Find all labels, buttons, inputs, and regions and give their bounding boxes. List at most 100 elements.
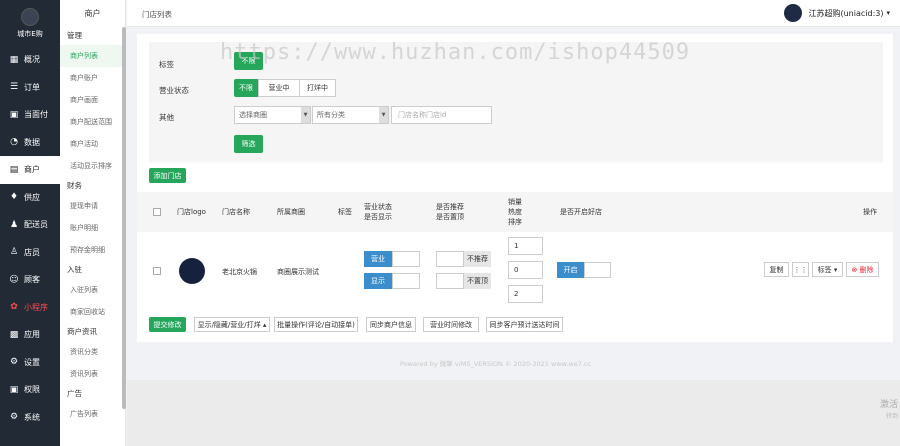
nav-item-11[interactable]: ⚙ 设置 — [0, 349, 60, 377]
nice-toggle-off[interactable] — [584, 262, 611, 278]
nav-item-2[interactable]: ▣ 当面付 — [0, 101, 60, 129]
heat-input[interactable]: 0 — [508, 261, 543, 279]
nav-item-8[interactable]: ☺ 顾客 — [0, 266, 60, 294]
nav-item-10[interactable]: ▩ 应用 — [0, 321, 60, 349]
nice-toggle-on[interactable]: 开启 — [557, 262, 584, 278]
filter-button[interactable]: 筛选 — [234, 135, 263, 153]
nav-item-9[interactable]: ✿ 小程序 — [0, 294, 60, 322]
bottom-action-button[interactable]: 批量操作(评论/自动接单) — [274, 317, 358, 332]
show-toggle-on[interactable]: 显示 — [364, 273, 392, 289]
nav-item-0[interactable]: ▦ 概况 — [0, 46, 60, 74]
select-all-checkbox[interactable] — [153, 208, 161, 216]
main-card: 标签 不限 营业状态 不限 营业中 打烊中 其他 选择商圈 ▼ 所有分类 ▼ 门… — [137, 34, 893, 342]
sub-nav-item[interactable]: 活动显示排序 — [60, 155, 125, 177]
status-toggle-on[interactable]: 营业 — [364, 251, 392, 267]
recommend-toggle-off[interactable]: 不推荐 — [464, 251, 491, 267]
nav-item-7[interactable]: ♙ 店员 — [0, 239, 60, 267]
store-district: 商圈展示测试 — [277, 268, 319, 276]
app-name: 城市E购 — [17, 29, 43, 38]
sub-nav-item[interactable]: 广告列表 — [60, 403, 125, 425]
nav-item-label: 设置 — [24, 357, 40, 367]
top-toggle-on[interactable] — [436, 273, 464, 289]
activate-text: 激活 — [879, 400, 898, 410]
list-icon: ☰ — [9, 82, 19, 93]
col-status: 营业状态 是否显示 — [364, 202, 392, 222]
sub-nav-item[interactable]: 账户明细 — [60, 217, 125, 239]
sub-nav-group-title: 管理 — [67, 31, 82, 40]
bottom-action-button[interactable]: 同步客户预计送达时间 — [486, 317, 563, 332]
nav-item-6[interactable]: ♟ 配送员 — [0, 211, 60, 239]
col-sort-line1: 销量 — [508, 198, 522, 206]
sales-input[interactable]: 1 — [508, 237, 543, 255]
apps-icon: ▩ — [9, 329, 19, 340]
nav-item-label: 供应 — [24, 192, 40, 202]
qrcode-icon[interactable]: ⋮⋮ — [792, 262, 809, 277]
status-closed-button[interactable]: 打烊中 — [299, 79, 336, 97]
sort-input[interactable]: 2 — [508, 285, 543, 303]
sub-nav-group-title: 广告 — [67, 389, 82, 398]
user-menu[interactable]: 江苏超购(uniacid:3) ▾ — [784, 4, 890, 22]
col-tag: 标签 — [338, 208, 352, 216]
store-icon: ▤ — [9, 164, 19, 175]
sub-nav-item[interactable]: 预存金明细 — [60, 239, 125, 261]
primary-sidebar: 城市E购 ▦ 概况 ☰ 订单 ▣ 当面付 ◔ 数据 ▤ 商户 ♦ 供应 ♟ 配送员 ♙ 店员 ☺ 顾客 ✿ 小程序 ▩ 应… — [0, 0, 60, 446]
col-name: 门店名称 — [222, 208, 250, 216]
sub-nav-group-title: 财务 — [67, 181, 82, 190]
chart-icon: ◔ — [10, 137, 18, 148]
sub-nav-group-title: 商户资讯 — [67, 327, 97, 336]
delete-button[interactable]: ⊗ 删除 — [846, 262, 879, 277]
nav-item-label: 店员 — [24, 247, 40, 257]
nav-item-3[interactable]: ◔ 数据 — [0, 129, 60, 157]
status-any-button[interactable]: 不限 — [234, 79, 258, 97]
district-select[interactable]: 选择商圈 ▼ — [234, 106, 311, 124]
category-select-value: 所有分类 — [317, 111, 345, 119]
status-toggle-off[interactable] — [392, 251, 420, 267]
category-select[interactable]: 所有分类 ▼ — [312, 106, 389, 124]
logo-area: 城市E购 — [0, 0, 60, 46]
bottom-action-button[interactable]: 同步商户信息 — [366, 317, 416, 332]
row-checkbox[interactable] — [153, 267, 161, 275]
sub-nav-item[interactable]: 资讯列表 — [60, 363, 125, 385]
sub-nav-item[interactable]: 提现申请 — [60, 195, 125, 217]
bottom-action-button[interactable]: 营业时间修改 — [423, 317, 479, 332]
show-toggle-off[interactable] — [392, 273, 420, 289]
page-title: 门店列表 — [142, 10, 172, 19]
sub-nav-item[interactable]: 入驻列表 — [60, 279, 125, 301]
nav-item-4[interactable]: ▤ 商户 — [0, 156, 60, 184]
sub-nav-item[interactable]: 资讯分类 — [60, 341, 125, 363]
copy-button[interactable]: 复制 — [764, 262, 789, 277]
nav-item-1[interactable]: ☰ 订单 — [0, 74, 60, 102]
nav-item-5[interactable]: ♦ 供应 — [0, 184, 60, 212]
bottom-action-button[interactable]: 显示/隐藏/营业/打烊 ▴ — [194, 317, 270, 332]
nav-item-12[interactable]: ▣ 权限 — [0, 376, 60, 404]
sub-nav-item[interactable]: 商家回收站 — [60, 301, 125, 323]
secondary-sidebar: 商户 管理 商户列表 商户账户 商户画面 商户配送范围 商户活动 活动显示排序 财务 提现申请账… — [60, 0, 126, 446]
sidebar-scrollbar[interactable] — [122, 27, 126, 409]
store-name: 老北京火锅 — [222, 268, 257, 276]
col-logo: 门店logo — [177, 208, 206, 216]
col-district: 所属商圈 — [277, 208, 305, 216]
status-open-button[interactable]: 营业中 — [258, 79, 300, 97]
lock-icon: ▣ — [9, 384, 19, 395]
top-toggle-off[interactable]: 不置顶 — [464, 273, 491, 289]
search-input[interactable]: 门店名称门店id — [391, 106, 492, 124]
nav-item-label: 系统 — [24, 412, 40, 422]
person-icon: ♙ — [9, 247, 19, 258]
table-header: 门店logo 门店名称 所属商圈 标签 营业状态 是否显示 是否推荐 是否置顶 … — [137, 192, 893, 232]
sub-nav-item[interactable]: 商户画面 — [60, 89, 125, 111]
recommend-toggle-on[interactable] — [436, 251, 464, 267]
sub-nav-item[interactable]: 商户配送范围 — [60, 111, 125, 133]
gear-icon: ⚙ — [9, 357, 19, 368]
sub-nav-item[interactable]: 商户列表 — [60, 45, 125, 67]
status-label: 营业状态 — [159, 86, 189, 95]
other-label: 其他 — [159, 113, 174, 122]
nav-item-label: 配送员 — [24, 220, 48, 230]
tag-dropdown-button[interactable]: 标签 ▾ — [812, 262, 843, 277]
bottom-action-button[interactable]: 提交修改 — [149, 317, 186, 332]
nav-item-13[interactable]: ⚙ 系统 — [0, 404, 60, 432]
col-sort-line2: 热度 — [508, 208, 522, 216]
sub-nav-item[interactable]: 商户账户 — [60, 67, 125, 89]
add-store-button[interactable]: 添加门店 — [149, 168, 186, 183]
nav-item-label: 应用 — [24, 330, 40, 340]
sub-nav-item[interactable]: 商户活动 — [60, 133, 125, 155]
